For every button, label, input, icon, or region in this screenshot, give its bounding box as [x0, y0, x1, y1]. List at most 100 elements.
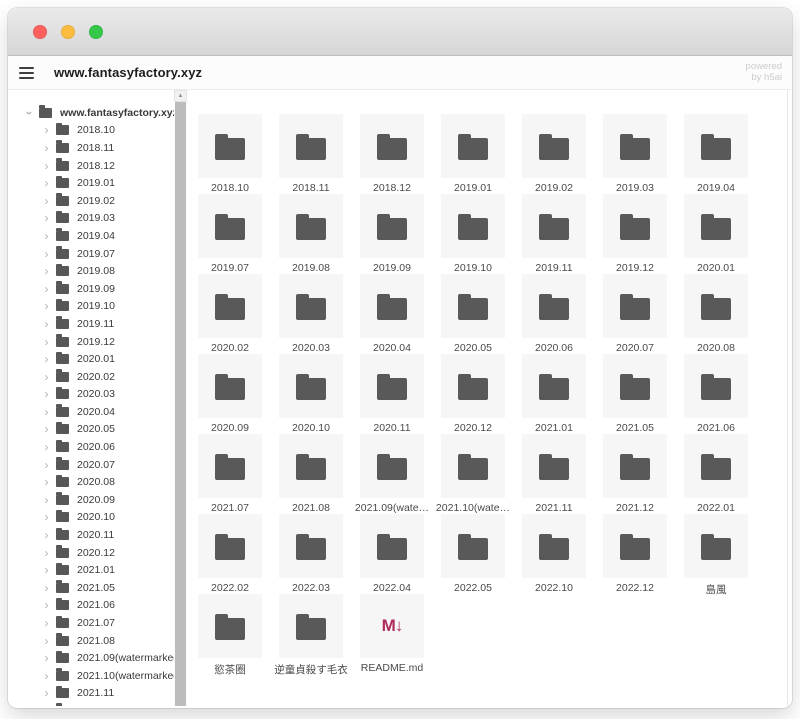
grid-item-folder[interactable]: 2020.10: [279, 354, 343, 434]
grid-item-folder[interactable]: 2022.01: [684, 434, 748, 514]
grid-item-folder[interactable]: 2020.12: [441, 354, 505, 434]
grid-item-folder[interactable]: 2019.03: [603, 114, 667, 194]
grid-item-folder[interactable]: 2020.11: [360, 354, 424, 434]
sidebar-item[interactable]: ›2019.04: [8, 227, 174, 245]
chevron-right-icon[interactable]: ›: [41, 249, 52, 259]
sidebar-item[interactable]: ›2021.10(watermarked): [8, 667, 174, 685]
chevron-right-icon[interactable]: ›: [41, 424, 52, 434]
sidebar-item[interactable]: ›2018.11: [8, 139, 174, 157]
chevron-right-icon[interactable]: ›: [41, 301, 52, 311]
sidebar-item[interactable]: ›2020.06: [8, 438, 174, 456]
sidebar-item[interactable]: ›2021.08: [8, 632, 174, 650]
sidebar-item[interactable]: ›2018.12: [8, 157, 174, 175]
chevron-right-icon[interactable]: ›: [41, 319, 52, 329]
chevron-right-icon[interactable]: ›: [41, 565, 52, 575]
chevron-right-icon[interactable]: ›: [41, 266, 52, 276]
grid-item-file[interactable]: M↓README.md: [360, 594, 424, 674]
sidebar-item[interactable]: ›2019.03: [8, 210, 174, 228]
grid-item-folder[interactable]: 2020.03: [279, 274, 343, 354]
chevron-right-icon[interactable]: ›: [41, 389, 52, 399]
sidebar-item[interactable]: ›2019.11: [8, 315, 174, 333]
grid-item-folder[interactable]: 2021.12: [603, 434, 667, 514]
chevron-right-icon[interactable]: ›: [41, 600, 52, 610]
sidebar-item[interactable]: ›2021.09(watermarked): [8, 649, 174, 667]
grid-item-folder[interactable]: 2019.04: [684, 114, 748, 194]
sidebar-item[interactable]: ›2021.06: [8, 597, 174, 615]
chevron-right-icon[interactable]: ›: [41, 671, 52, 681]
grid-item-folder[interactable]: 2019.12: [603, 194, 667, 274]
sidebar-item[interactable]: ›2020.05: [8, 421, 174, 439]
sidebar-item[interactable]: ›2018.10: [8, 122, 174, 140]
grid-item-folder[interactable]: 2021.05: [603, 354, 667, 434]
grid-item-folder[interactable]: 2020.06: [522, 274, 586, 354]
chevron-right-icon[interactable]: ›: [41, 284, 52, 294]
hamburger-menu-icon[interactable]: [19, 62, 45, 84]
sidebar-item[interactable]: ›2020.11: [8, 526, 174, 544]
chevron-right-icon[interactable]: ›: [41, 372, 52, 382]
grid-item-folder[interactable]: 2022.10: [522, 514, 586, 594]
grid-item-folder[interactable]: 2018.10: [198, 114, 262, 194]
grid-item-folder[interactable]: 2020.05: [441, 274, 505, 354]
grid-item-folder[interactable]: 2021.01: [522, 354, 586, 434]
chevron-right-icon[interactable]: ›: [41, 337, 52, 347]
sidebar-item[interactable]: ›2019.01: [8, 174, 174, 192]
sidebar-item-root[interactable]: › www.fantasyfactory.xyz: [8, 104, 174, 122]
sidebar-item[interactable]: ›2021.12: [8, 702, 174, 706]
sidebar-item[interactable]: ›2021.01: [8, 561, 174, 579]
sidebar-item[interactable]: ›2020.09: [8, 491, 174, 509]
grid-item-folder[interactable]: 2019.07: [198, 194, 262, 274]
sidebar-item[interactable]: ›2020.01: [8, 350, 174, 368]
grid-item-folder[interactable]: 2022.04: [360, 514, 424, 594]
chevron-right-icon[interactable]: ›: [41, 442, 52, 452]
grid-item-folder[interactable]: 2021.11: [522, 434, 586, 514]
grid-item-folder[interactable]: 2019.02: [522, 114, 586, 194]
grid-item-folder[interactable]: 2021.06: [684, 354, 748, 434]
grid-item-folder[interactable]: 2022.03: [279, 514, 343, 594]
chevron-right-icon[interactable]: ›: [41, 530, 52, 540]
chevron-right-icon[interactable]: ›: [41, 354, 52, 364]
sidebar-item[interactable]: ›2020.08: [8, 473, 174, 491]
grid-item-folder[interactable]: 2019.11: [522, 194, 586, 274]
chevron-right-icon[interactable]: ›: [41, 196, 52, 206]
close-button[interactable]: [33, 25, 47, 39]
sidebar-item[interactable]: ›2019.10: [8, 298, 174, 316]
zoom-button[interactable]: [89, 25, 103, 39]
chevron-right-icon[interactable]: ›: [41, 688, 52, 698]
sidebar-item[interactable]: ›2020.03: [8, 386, 174, 404]
chevron-right-icon[interactable]: ›: [41, 548, 52, 558]
grid-item-folder[interactable]: 2022.05: [441, 514, 505, 594]
grid-item-folder[interactable]: 2019.10: [441, 194, 505, 274]
grid-item-folder[interactable]: 2020.07: [603, 274, 667, 354]
chevron-right-icon[interactable]: ›: [41, 618, 52, 628]
chevron-right-icon[interactable]: ›: [41, 178, 52, 188]
sidebar-item[interactable]: ›2020.12: [8, 544, 174, 562]
grid-item-folder[interactable]: 逆童貞殺す毛衣: [279, 594, 343, 674]
grid-item-folder[interactable]: 島風: [684, 514, 748, 594]
sidebar-item[interactable]: ›2019.07: [8, 245, 174, 263]
chevron-right-icon[interactable]: ›: [41, 161, 52, 171]
sidebar-item[interactable]: ›2021.07: [8, 614, 174, 632]
grid-item-folder[interactable]: 2020.04: [360, 274, 424, 354]
chevron-right-icon[interactable]: ›: [41, 407, 52, 417]
sidebar-item[interactable]: ›2019.09: [8, 280, 174, 298]
chevron-right-icon[interactable]: ›: [41, 477, 52, 487]
grid-item-folder[interactable]: 2020.08: [684, 274, 748, 354]
chevron-right-icon[interactable]: ›: [41, 213, 52, 223]
chevron-right-icon[interactable]: ›: [41, 125, 52, 135]
chevron-right-icon[interactable]: ›: [41, 495, 52, 505]
sidebar-item[interactable]: ›2019.08: [8, 262, 174, 280]
grid-item-folder[interactable]: 2022.12: [603, 514, 667, 594]
grid-item-folder[interactable]: 2018.11: [279, 114, 343, 194]
grid-item-folder[interactable]: 2021.08: [279, 434, 343, 514]
chevron-down-icon[interactable]: ›: [25, 107, 35, 118]
chevron-right-icon[interactable]: ›: [41, 653, 52, 663]
grid-item-folder[interactable]: 2019.08: [279, 194, 343, 274]
grid-item-folder[interactable]: 2021.07: [198, 434, 262, 514]
sidebar-item[interactable]: ›2020.04: [8, 403, 174, 421]
sidebar-item[interactable]: ›2021.05: [8, 579, 174, 597]
chevron-right-icon[interactable]: ›: [41, 231, 52, 241]
chevron-right-icon[interactable]: ›: [41, 636, 52, 646]
grid-item-folder[interactable]: 2020.01: [684, 194, 748, 274]
grid-item-folder[interactable]: 2020.09: [198, 354, 262, 434]
grid-item-folder[interactable]: 2021.09(wate…: [360, 434, 424, 514]
